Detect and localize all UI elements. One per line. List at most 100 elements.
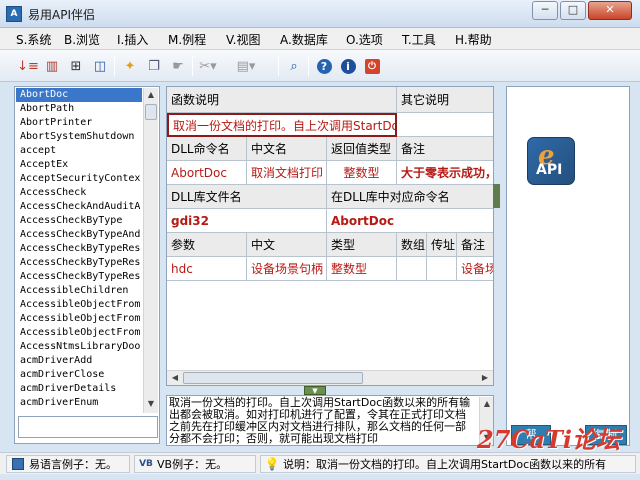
menu-options[interactable]: O.选项	[346, 31, 383, 48]
dll-cmd-value[interactable]: AbortDoc	[167, 161, 247, 185]
list-item[interactable]: accept	[16, 144, 142, 158]
list-item[interactable]: acmDriverDetails	[16, 382, 142, 396]
list-item[interactable]: AccessCheckAndAuditA	[16, 200, 142, 214]
other-desc-label: 其它说明	[397, 87, 493, 113]
toolbar-separator	[278, 56, 279, 76]
scroll-thumb[interactable]	[145, 104, 157, 120]
database-icon[interactable]: ◫	[90, 56, 110, 76]
dll-file-value[interactable]: gdi32	[167, 209, 327, 233]
param-header-param: 参数	[167, 233, 247, 257]
api-filter-input[interactable]	[18, 416, 158, 438]
detail-panel: 函数说明 其它说明 取消一份文档的打印。自上次调用StartDoc DLL命令名…	[166, 86, 494, 386]
api-list[interactable]: AbortDoc AbortPath AbortPrinter AbortSystem…	[16, 88, 142, 413]
splitter-grip-icon[interactable]: ▼	[304, 386, 326, 395]
list-item[interactable]: AccessCheckByTypeRes	[16, 242, 142, 256]
param-row-type[interactable]: 整数型	[327, 257, 397, 281]
list-item[interactable]: AccessibleObjectFrom	[16, 312, 142, 326]
lightbulb-icon: 💡	[264, 457, 280, 471]
return-type-value[interactable]: 整数型	[327, 161, 397, 185]
scroll-down-icon[interactable]: ▼	[145, 398, 157, 410]
list-item[interactable]: AbortSystemShutdown	[16, 130, 142, 144]
menu-routine[interactable]: M.例程	[168, 31, 206, 48]
list-item[interactable]: acmDriverEnum	[16, 396, 142, 410]
param-row-byref[interactable]	[427, 257, 457, 281]
param-header-array: 数组	[397, 233, 427, 257]
list-item[interactable]: AccessCheckByType	[16, 214, 142, 228]
return-type-label: 返回值类型	[327, 137, 397, 161]
list-item[interactable]: AbortDoc	[16, 88, 142, 102]
scroll-up-icon[interactable]: ▲	[145, 89, 157, 101]
menu-insert[interactable]: I.插入	[117, 31, 148, 48]
param-header-type: 类型	[327, 233, 397, 257]
book-icon[interactable]: ▥	[42, 56, 62, 76]
copy-icon[interactable]: ❐	[144, 56, 164, 76]
scroll-right-icon[interactable]: ▶	[479, 372, 491, 384]
list-item[interactable]: AcceptSecurityContex	[16, 172, 142, 186]
menu-system[interactable]: S.系统	[16, 31, 51, 48]
menu-help[interactable]: H.帮助	[455, 31, 492, 48]
sort-icon[interactable]: ↓≡	[17, 56, 39, 76]
list-item[interactable]: AbortPrinter	[16, 116, 142, 130]
cn-name-value[interactable]: 取消文档打印	[247, 161, 327, 185]
param-row-array[interactable]	[397, 257, 427, 281]
list-item[interactable]: AccessCheck	[16, 186, 142, 200]
star-icon[interactable]: ✦	[120, 56, 140, 76]
close-button[interactable]: ✕	[588, 1, 632, 20]
tools-icon[interactable]: ✂▾	[198, 56, 218, 76]
note-value[interactable]: 大于零表示成功，	[397, 161, 493, 185]
toolbar-separator	[114, 56, 115, 76]
menu-view[interactable]: V.视图	[226, 31, 260, 48]
toolbar: ↓≡ ▥ ⊞ ◫ ✦ ❐ ☛ ✂▾ ▤▾ ⌕ ? i ⏻	[0, 50, 640, 82]
menu-database[interactable]: A.数据库	[280, 31, 328, 48]
detail-hscrollbar[interactable]: ◀ ▶	[167, 370, 493, 385]
menu-browse[interactable]: B.浏览	[64, 31, 100, 48]
note-label: 备注	[397, 137, 493, 161]
description-box[interactable]: 取消一份文档的打印。自上次调用StartDoc函数以来的所有输出都会被取消。如对…	[166, 395, 494, 446]
param-header-cn: 中文	[247, 233, 327, 257]
search-icon[interactable]: ⌕	[284, 56, 304, 76]
status-vb: VB VB例子：无。	[134, 455, 256, 473]
scroll-up-icon[interactable]: ▲	[481, 398, 493, 410]
list-item[interactable]: AccessibleObjectFrom	[16, 298, 142, 312]
exit-icon[interactable]: ⏻	[362, 56, 382, 76]
list-item[interactable]: AcceptEx	[16, 158, 142, 172]
list-item[interactable]: AccessCheckByTypeRes	[16, 270, 142, 284]
yiyu-icon	[11, 457, 25, 471]
other-desc-value[interactable]	[397, 113, 493, 137]
minimize-button[interactable]: ─	[532, 1, 558, 20]
watermark: 27CaTi论坛	[477, 425, 621, 454]
list-item[interactable]: AccessCheckByTypeRes	[16, 256, 142, 270]
info-icon[interactable]: i	[338, 56, 358, 76]
list-item[interactable]: AccessibleObjectFrom	[16, 326, 142, 340]
status-info-label: 说明：取消一份文档的打印。自上次调用StartDoc函数以来的所有	[283, 458, 607, 471]
list-item[interactable]: AccessibleChildren	[16, 284, 142, 298]
list-item[interactable]: acmDriverClose	[16, 368, 142, 382]
maximize-button[interactable]: □	[560, 1, 586, 20]
scroll-thumb[interactable]	[183, 372, 363, 384]
menu-tools[interactable]: T.工具	[402, 31, 436, 48]
param-row-name[interactable]: hdc	[167, 257, 247, 281]
func-desc-value[interactable]: 取消一份文档的打印。自上次调用StartDoc	[167, 113, 397, 137]
list-item[interactable]: AbortPath	[16, 102, 142, 116]
collapse-right-tab[interactable]	[493, 184, 500, 208]
scroll-left-icon[interactable]: ◀	[169, 372, 181, 384]
status-yiyu-label: 易语言例子：无。	[29, 458, 117, 471]
right-panel: e API 帮 复制	[506, 86, 630, 446]
menu-bar: S.系统 B.浏览 I.插入 M.例程 V.视图 A.数据库 O.选项 T.工具…	[0, 28, 640, 50]
layout-icon[interactable]: ▤▾	[236, 56, 256, 76]
param-row-cn[interactable]: 设备场景句柄	[247, 257, 327, 281]
list-item[interactable]: acmDriverAdd	[16, 354, 142, 368]
param-row-note[interactable]: 设备场	[457, 257, 493, 281]
param-header-note: 备注	[457, 233, 493, 257]
pointer-icon[interactable]: ☛	[168, 56, 188, 76]
title-bar: A 易用API伴侣 ─ □ ✕	[0, 0, 640, 28]
list-item[interactable]: AccessCheckByTypeAnd	[16, 228, 142, 242]
api-list-scrollbar[interactable]: ▲ ▼	[143, 88, 158, 413]
tree-icon[interactable]: ⊞	[66, 56, 86, 76]
api-list-panel: AbortDoc AbortPath AbortPrinter AbortSystem…	[14, 86, 160, 444]
list-item[interactable]: AccessNtmsLibraryDoo	[16, 340, 142, 354]
dll-cmd-in-lib-value[interactable]: AbortDoc	[327, 209, 493, 233]
vb-icon: VB	[139, 459, 153, 469]
help-icon[interactable]: ?	[314, 56, 334, 76]
status-yiyu: 易语言例子：无。	[6, 455, 130, 473]
